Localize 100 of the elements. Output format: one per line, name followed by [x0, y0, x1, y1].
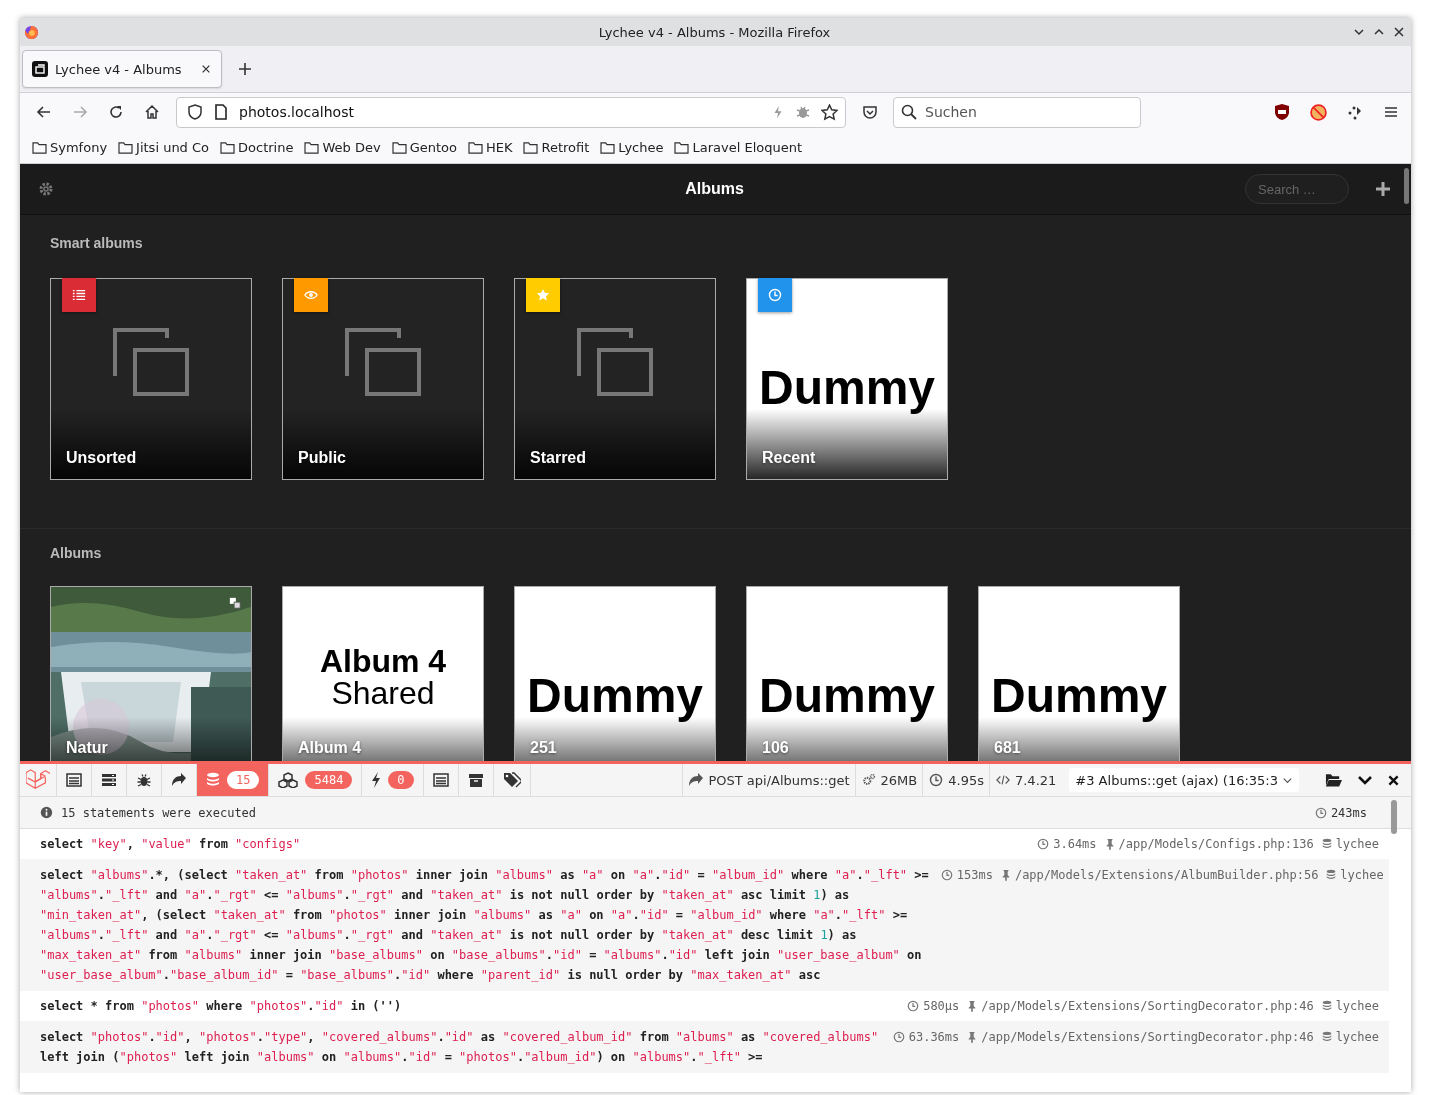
bug-icon[interactable] — [795, 104, 811, 120]
browser-tab[interactable]: Lychee v4 - Albums — [22, 50, 222, 88]
database-icon — [1321, 1031, 1332, 1043]
sql-statement: select "albums".*, (select "taken_at" from "photos" inner join "albums" as "a" on "a"."id" = "album_id" where "a"."_lft" >= "albums"."_lft" and "a"."_rgt" <= "albums"."_rgt" and "taken_at" is not null order by "taken_at" asc limit 1) as "min_taken_at", (select "taken_at" from "photos" inner join "albums" as "a" on "a"."id" = "album_id" where "a"."_lft" >= "albums"."_lft" and "a"."_rgt" <= "albums"."_rgt" and "taken_at" is not null order by "taken_at" desc limit 1) as "max_taken_at" from "albums" inner join "base_albums" on "base_albums"."id" = "albums"."id" left join "user_base_album" on "user_base_album"."base_album_id" = "base_albums"."id" where "parent_id" is null order by "max_taken_at" asc — [40, 867, 929, 984]
shield-icon[interactable] — [187, 104, 203, 120]
album-title: Album 4 — [298, 739, 362, 757]
album-tile[interactable]: Album 4 Shared Album 4 — [282, 586, 484, 761]
new-tab-icon[interactable] — [238, 62, 252, 76]
stack-icon — [229, 597, 241, 609]
cover-text: Dummy — [758, 360, 935, 412]
connection-name: lychee — [1335, 1029, 1379, 1046]
search-icon — [901, 103, 917, 120]
album-tile[interactable]: Public — [282, 278, 484, 480]
album-tile[interactable]: Natur — [50, 586, 252, 761]
stat-text: 7.4.21 — [1014, 772, 1057, 788]
database-icon — [1321, 838, 1332, 850]
eye-icon — [304, 288, 318, 302]
minimize-icon[interactable] — [1353, 26, 1365, 38]
pocket-icon[interactable] — [862, 104, 878, 120]
bookmark-folder[interactable]: Doctrine — [220, 139, 294, 155]
timeline-icon — [101, 773, 117, 787]
bookmark-folder[interactable]: Retrofit — [523, 139, 590, 155]
clock-icon — [892, 1031, 905, 1043]
clock-icon — [928, 773, 945, 787]
bookmark-folder[interactable]: Jitsi und Co — [118, 139, 210, 155]
settings-icon[interactable] — [38, 181, 54, 197]
album-title: 251 — [530, 739, 557, 757]
list-card-icon — [432, 773, 449, 787]
total-time: 243ms — [1330, 805, 1367, 820]
lightning-icon — [371, 772, 382, 788]
pin-icon — [967, 1000, 978, 1012]
album-tile[interactable]: Dummy 106 — [746, 586, 948, 761]
cover-text: Dummy — [758, 668, 935, 720]
close-icon[interactable] — [1388, 774, 1399, 786]
shield-extension-icon[interactable] — [1274, 104, 1290, 120]
database-icon — [206, 772, 220, 788]
blocked-extension-icon[interactable] — [1310, 103, 1327, 121]
bookmark-folder[interactable]: Gentoo — [391, 139, 457, 155]
count-badge: 0 — [388, 771, 414, 789]
folder-icon — [32, 140, 47, 154]
scrollbar[interactable] — [1391, 800, 1397, 834]
album-tile[interactable]: Dummy 681 — [978, 586, 1180, 761]
source-path: /app/Models/Configs.php:136 — [1118, 836, 1314, 853]
bookmark-folder[interactable]: Lychee — [600, 139, 664, 155]
folder-icon — [391, 140, 407, 154]
connection-name: lychee — [1335, 998, 1379, 1015]
pin-icon — [1000, 869, 1011, 881]
bookmark-star-icon[interactable] — [821, 103, 838, 121]
source-path: /app/Models/Extensions/SortingDecorator.php:46 — [981, 998, 1314, 1015]
album-tile[interactable]: Dummy Recent — [746, 278, 948, 480]
chevron-icon[interactable] — [1358, 775, 1372, 785]
bookmark-folder[interactable]: Symfony — [32, 139, 108, 155]
section-heading: Albums — [50, 544, 103, 563]
query-duration: 153ms — [956, 867, 993, 884]
folder-icon — [674, 140, 690, 154]
clock-icon — [1314, 806, 1327, 819]
folder-icon — [600, 140, 616, 154]
page-icon — [213, 104, 229, 120]
connection-name: lychee — [1340, 867, 1384, 884]
search-field[interactable]: Search … — [1245, 174, 1349, 204]
album-tile[interactable]: Dummy 251 — [514, 586, 716, 761]
count-badge: 15 — [227, 771, 260, 789]
extension-icon[interactable] — [1347, 104, 1363, 120]
bookmark-folder[interactable]: Laravel Eloquent — [674, 139, 803, 155]
request-select[interactable]: #3 Albums::get (ajax) (16:35:3 — [1069, 768, 1299, 792]
share-arrow-icon — [171, 773, 187, 787]
album-placeholder-icon — [113, 328, 189, 396]
window-title: Lychee v4 - Albums - Mozilla Firefox — [598, 24, 831, 40]
star-icon — [536, 288, 550, 302]
scrollbar[interactable] — [1404, 168, 1409, 204]
album-tile[interactable]: Starred — [514, 278, 716, 480]
clock-icon — [768, 288, 782, 302]
album-title: Public — [298, 449, 346, 467]
close-icon[interactable] — [1393, 26, 1405, 38]
share-arrow-icon — [688, 773, 705, 787]
bookmark-folder[interactable]: HEK — [467, 139, 513, 155]
album-placeholder-icon — [345, 328, 421, 396]
album-tile[interactable]: Unsorted — [50, 278, 252, 480]
address-bar[interactable]: photos.localhost — [176, 96, 846, 128]
archive-icon — [467, 773, 484, 787]
folder-icon[interactable] — [1325, 773, 1342, 787]
tags-icon — [502, 772, 521, 788]
stat-text: POST api/Albums::get — [708, 772, 850, 788]
clock-icon — [907, 1000, 920, 1012]
album-title: Natur — [66, 739, 108, 757]
album-title: Recent — [762, 449, 816, 467]
bookmark-folder[interactable]: Web Dev — [304, 139, 381, 155]
add-icon[interactable] — [1375, 181, 1391, 197]
close-tab-icon[interactable] — [201, 64, 211, 74]
back-icon[interactable] — [36, 104, 52, 120]
reload-icon[interactable] — [108, 104, 124, 120]
home-icon[interactable] — [144, 104, 160, 120]
menu-icon[interactable] — [1383, 104, 1399, 120]
info-icon — [40, 806, 53, 819]
clock-icon — [940, 869, 953, 881]
laravel-logo-icon[interactable] — [26, 768, 50, 792]
sql-statement: select "photos"."id", "photos"."type", "covered_albums"."id" as "covered_album_id" from "albums" as "covered_albums" left join ("photos" left join "albums" on "albums"."id" = "photos"."album_id") on "albums"."_lft" >= — [40, 1029, 880, 1066]
page-title: Albums — [685, 180, 744, 198]
favicon-icon — [32, 61, 48, 77]
clock-icon — [1037, 838, 1050, 850]
